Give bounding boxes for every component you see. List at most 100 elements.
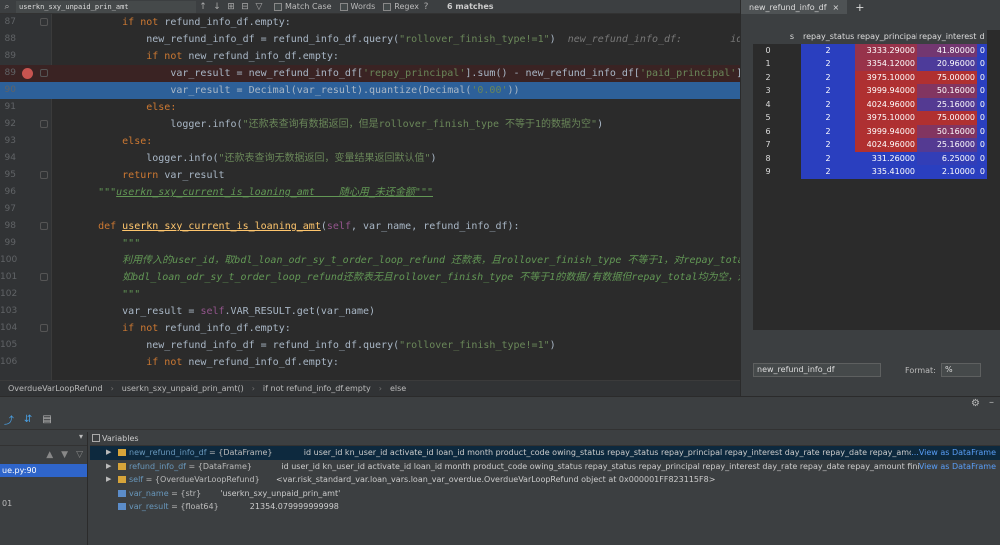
table-cell[interactable]: 2 (801, 151, 855, 165)
table-cell[interactable]: 3975.10000 (855, 70, 917, 84)
format-input[interactable]: % (941, 363, 981, 377)
select-all-icon[interactable]: ⊞ (224, 2, 238, 12)
frame-item-selected[interactable]: ue.py:90 (0, 464, 87, 477)
table-cell[interactable]: 9 (753, 165, 783, 179)
frames-dropdown[interactable]: ▾ (0, 432, 87, 446)
table-cell[interactable]: 6.25000 (917, 151, 977, 165)
table-cell[interactable]: 7 (753, 138, 783, 152)
down-icon[interactable]: ▼ (61, 450, 68, 460)
table-row[interactable]: 5 2 3975.10000 75.00000 0 (753, 111, 987, 125)
code-line[interactable]: 97 (0, 201, 740, 218)
table-cell[interactable]: 6 (753, 124, 783, 138)
table-cell[interactable]: 41.80000 (917, 43, 977, 57)
fold-icon[interactable] (40, 69, 48, 77)
expand-arrow-icon[interactable]: ▶ (106, 460, 111, 474)
table-cell[interactable]: 3975.10000 (855, 111, 917, 125)
table-cell[interactable]: 2 (801, 124, 855, 138)
code-line[interactable]: 95 return var_result (0, 167, 740, 184)
variable-row[interactable]: ▶ new_refund_info_df = {DataFrame} id use… (90, 446, 1000, 460)
table-row[interactable]: 2 2 3975.10000 75.00000 0 (753, 70, 987, 84)
code-line[interactable]: 102 """ (0, 286, 740, 303)
code-line[interactable]: 91 else: (0, 99, 740, 116)
variable-row[interactable]: ▶ self = {OverdueVarLoopRefund} <var.risk… (90, 473, 1000, 487)
filter-frames-icon[interactable]: ▽ (76, 450, 83, 460)
code-line[interactable]: 89 if not new_refund_info_df.empty: (0, 48, 740, 65)
code-line[interactable]: 90 var_result = Decimal(var_result).quan… (0, 82, 740, 99)
column-header[interactable]: repay_principal (855, 30, 917, 44)
table-cell[interactable]: 50.16000 (917, 124, 977, 138)
table-cell[interactable]: 0 (977, 43, 987, 57)
table-cell[interactable]: 335.41000 (855, 165, 917, 179)
table-cell[interactable]: 3999.94000 (855, 124, 917, 138)
code-line[interactable]: 99 """ (0, 235, 740, 252)
breadcrumb-else[interactable]: else (382, 384, 414, 393)
fold-icon[interactable] (40, 120, 48, 128)
table-cell[interactable]: 2.10000 (917, 165, 977, 179)
dataframe-grid[interactable]: s repay_status repay_principal repay_intere… (753, 30, 1000, 330)
fold-icon[interactable] (40, 18, 48, 26)
table-cell[interactable]: 2 (801, 70, 855, 84)
table-cell[interactable]: 0 (977, 151, 987, 165)
fold-icon[interactable] (40, 222, 48, 230)
search-input[interactable]: userkn_sxy_unpaid_prin_amt (16, 0, 196, 13)
words-checkbox[interactable]: Words (339, 2, 375, 11)
table-cell[interactable]: 2 (801, 84, 855, 98)
table-cell[interactable]: 25.16000 (917, 97, 977, 111)
add-tab-icon[interactable]: + (847, 1, 872, 14)
view-as-dataframe-link[interactable]: View as DataFrame (918, 459, 996, 473)
column-header[interactable]: d (977, 30, 987, 44)
table-cell[interactable]: 2 (753, 70, 783, 84)
code-line[interactable]: 96 """userkn_sxy_current_is_loaning_amt … (0, 184, 740, 201)
variable-row[interactable]: var_result = {float64} 21354.07999999999… (90, 500, 1000, 514)
code-line[interactable]: 105 new_refund_info_df = refund_info_df.… (0, 337, 740, 354)
table-cell[interactable]: 3 (753, 84, 783, 98)
table-row[interactable]: 7 2 4024.96000 25.16000 0 (753, 138, 987, 152)
breadcrumb-class[interactable]: OverdueVarLoopRefund (0, 384, 111, 393)
table-cell[interactable]: 25.16000 (917, 138, 977, 152)
hide-icon[interactable]: – (989, 397, 994, 408)
gear-icon[interactable]: ⚙ (971, 398, 980, 409)
prev-match-icon[interactable]: ↑ (196, 2, 210, 12)
breakpoint-icon[interactable] (22, 68, 33, 79)
code-line[interactable]: 98 def userkn_sxy_current_is_loaning_amt… (0, 218, 740, 235)
breadcrumb-method[interactable]: userkn_sxy_unpaid_prin_amt() (114, 384, 252, 393)
table-cell[interactable]: 3354.12000 (855, 57, 917, 71)
table-cell[interactable]: 75.00000 (917, 111, 977, 125)
code-line[interactable]: 89 var_result = new_refund_info_df['repa… (0, 65, 740, 82)
table-cell[interactable]: 0 (977, 84, 987, 98)
column-header[interactable]: repay_status (801, 30, 855, 44)
table-cell[interactable]: 2 (801, 138, 855, 152)
dataframe-name-input[interactable]: new_refund_info_df (753, 363, 881, 377)
table-cell[interactable]: 0 (977, 70, 987, 84)
table-row[interactable]: 9 2 335.41000 2.10000 0 (753, 165, 987, 179)
table-cell[interactable]: 0 (977, 124, 987, 138)
fold-icon[interactable] (40, 273, 48, 281)
table-cell[interactable]: 4 (753, 97, 783, 111)
table-cell[interactable]: 8 (753, 151, 783, 165)
regex-checkbox[interactable]: Regex (383, 2, 419, 11)
funnel-icon[interactable]: ▽ (252, 2, 266, 12)
code-line[interactable]: 101 如bdl_loan_odr_sy_t_order_loop_refund… (0, 269, 740, 286)
table-cell[interactable]: 4024.96000 (855, 97, 917, 111)
step-out-icon[interactable]: ⤴ (4, 412, 14, 427)
table-cell[interactable]: 3999.94000 (855, 84, 917, 98)
fold-icon[interactable] (40, 171, 48, 179)
table-cell[interactable]: 5 (753, 111, 783, 125)
debug-arrow-icon[interactable]: ⇵ (24, 414, 32, 425)
table-cell[interactable]: 0 (977, 97, 987, 111)
table-cell[interactable]: 20.96000 (917, 57, 977, 71)
table-cell[interactable]: 75.00000 (917, 70, 977, 84)
code-line[interactable]: 94 logger.info("还款表查询无数据返回，变量结果返回默认值") (0, 150, 740, 167)
table-cell[interactable]: 0 (753, 43, 783, 57)
table-row[interactable]: 6 2 3999.94000 50.16000 0 (753, 124, 987, 138)
expand-arrow-icon[interactable]: ▶ (106, 473, 111, 487)
column-header[interactable]: repay_interest (917, 30, 977, 44)
table-row[interactable]: 1 2 3354.12000 20.96000 0 (753, 57, 987, 71)
match-case-checkbox[interactable]: Match Case (274, 2, 332, 11)
frame-item[interactable]: 01 (0, 497, 87, 510)
table-cell[interactable]: 50.16000 (917, 84, 977, 98)
table-row[interactable]: 0 2 3333.29000 41.80000 0 (753, 43, 987, 57)
code-line[interactable]: 106 if not new_refund_info_df.empty: (0, 354, 740, 371)
table-icon[interactable]: ▤ (42, 414, 51, 425)
code-line[interactable]: 100 利用传入的user_id，取bdl_loan_odr_sy_t_orde… (0, 252, 740, 269)
